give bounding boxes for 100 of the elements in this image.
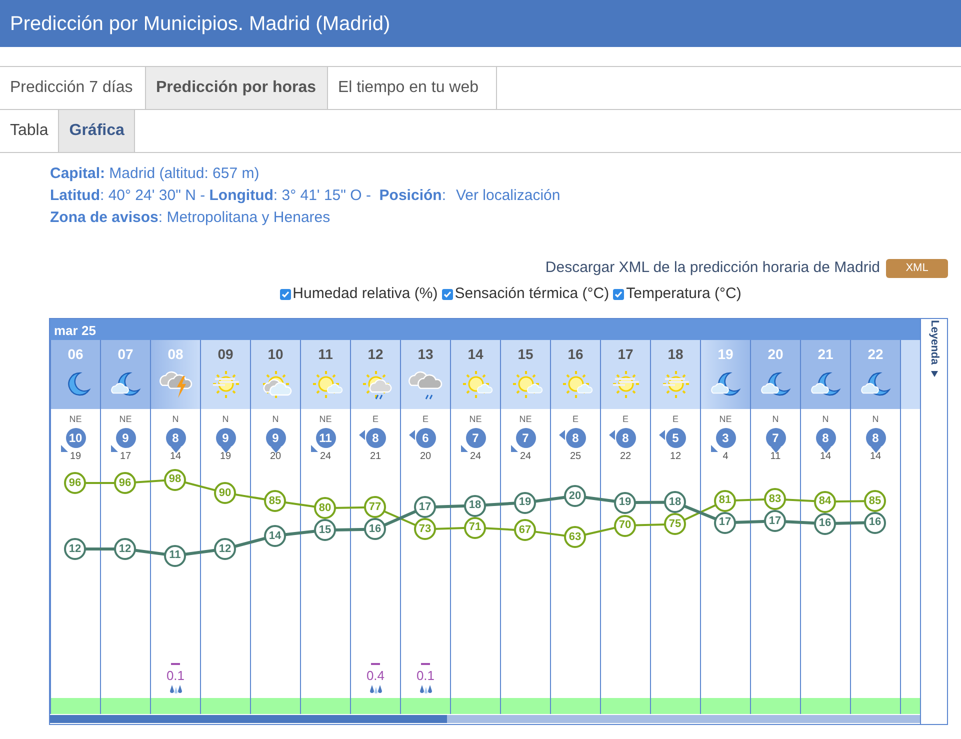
wind-direction: NE: [319, 413, 332, 425]
download-text: Descargar XML de la predicción horaria de Madrid: [545, 258, 880, 278]
humidity-marker: 75: [664, 513, 686, 536]
wind-speed-badge: 9: [116, 428, 136, 448]
timeline-band: [51, 698, 100, 714]
wind-direction: N: [172, 413, 179, 425]
temperature-marker: 17: [764, 510, 786, 532]
gust-value: 24: [470, 451, 482, 463]
hour-label: 22: [868, 346, 884, 362]
gust-value: 17: [120, 451, 132, 463]
hour-label: 15: [518, 346, 534, 362]
wind-arrow-icon: [310, 445, 318, 452]
humidity-marker: 80: [314, 497, 336, 520]
precipitation-dash-icon: [421, 663, 430, 665]
humidity-marker: 85: [264, 490, 286, 512]
hour-label: 06: [68, 346, 84, 362]
humidity-marker: 96: [64, 472, 86, 494]
hour-label: 12: [368, 346, 384, 362]
caret-icon[interactable]: [930, 370, 938, 377]
gust-value: 19: [70, 451, 82, 463]
precipitation-value: 0.4: [366, 668, 385, 684]
precipitation-value: 0.1: [416, 668, 435, 684]
wind-direction: E: [622, 413, 628, 425]
wind-speed-badge: 7: [516, 428, 536, 448]
temperature-marker: 19: [514, 492, 536, 514]
gust-value: 25: [570, 451, 582, 463]
wind-arrow-icon: [220, 447, 230, 453]
raindrops-icon: [368, 684, 382, 694]
gust-value: 14: [870, 451, 882, 463]
temperature-marker: 12: [214, 538, 236, 560]
humidity-marker: 63: [564, 526, 586, 548]
wind-arrow-icon: [710, 445, 718, 452]
checkbox[interactable]: [280, 288, 291, 300]
hour-label: 07: [118, 346, 134, 362]
wind-direction: E: [422, 413, 428, 425]
temperature-marker: 11: [164, 544, 186, 567]
checkbox-label[interactable]: Sensación térmica (°C): [454, 282, 610, 306]
wind-arrow-icon: [770, 447, 780, 453]
wind-speed-badge: 10: [66, 428, 86, 448]
timeline-band: [801, 698, 850, 714]
wind-direction: N: [772, 413, 779, 425]
legend-panel[interactable]: Leyenda: [920, 319, 947, 724]
humidity-marker: 96: [114, 472, 136, 494]
gust-value: 14: [170, 451, 182, 463]
timeline-band: [451, 698, 500, 714]
humidity-marker: 81: [714, 490, 736, 512]
humidity-marker: 90: [214, 482, 236, 504]
gust-value: 14: [820, 451, 832, 463]
scrollbar-thumb[interactable]: [50, 715, 447, 723]
legend-label[interactable]: Leyenda: [926, 320, 942, 365]
gust-value: 4: [722, 451, 728, 463]
wind-arrow-icon: [110, 445, 118, 452]
humidity-marker: 71: [464, 516, 486, 539]
humidity-marker: 85: [864, 490, 886, 512]
raindrops-icon: [168, 684, 182, 694]
humidity-marker: 70: [614, 514, 636, 537]
hour-label: 08: [168, 346, 184, 362]
checkbox-label[interactable]: Humedad relativa (%): [292, 282, 438, 306]
wind-direction: E: [672, 413, 678, 425]
checkbox[interactable]: [442, 288, 453, 300]
precipitation-value: 0.1: [166, 668, 185, 684]
checkbox-label[interactable]: Temperatura (°C): [626, 282, 742, 306]
hour-label: 09: [218, 346, 234, 362]
hour-label: 19: [718, 346, 734, 362]
timeline-band: [151, 698, 200, 714]
wind-arrow-icon: [358, 430, 364, 440]
date-label: mar 25: [54, 322, 96, 340]
wind-direction: NE: [69, 413, 82, 425]
hour-label: 11: [318, 346, 333, 362]
temperature-marker: 12: [64, 538, 86, 560]
raindrops-icon: [418, 684, 432, 694]
temperature-marker: 16: [814, 512, 836, 535]
timeline-band: [651, 698, 700, 714]
timeline-band: [751, 698, 800, 714]
hour-label: 16: [568, 346, 584, 362]
hour-label: 10: [268, 346, 284, 362]
temperature-marker: 15: [314, 519, 336, 542]
humidity-marker: 67: [514, 519, 536, 542]
wind-speed-badge: 3: [716, 428, 736, 448]
gust-value: 24: [320, 451, 332, 463]
tab[interactable]: Gráfica: [59, 110, 136, 152]
timeline-band: [351, 698, 400, 714]
wind-direction: NE: [119, 413, 132, 425]
timeline-band: [501, 698, 550, 714]
wind-speed-badge: 11: [316, 428, 336, 448]
temperature-marker: 18: [664, 491, 686, 514]
location-link[interactable]: Ver localización: [456, 185, 560, 207]
checkbox[interactable]: [613, 288, 624, 300]
humidity-marker: 73: [414, 518, 436, 540]
wind-arrow-icon: [510, 445, 518, 452]
humidity-marker: 83: [764, 488, 786, 510]
hour-label: 20: [768, 346, 784, 362]
timeline-band: [301, 698, 350, 714]
info-text: Latitud: 40° 24' 30" N - Longitud: 3° 41' 15" O - Posición:: [50, 186, 446, 206]
timeline-band: [251, 698, 300, 714]
temperature-marker: 12: [114, 538, 136, 560]
gust-value: 21: [370, 451, 382, 463]
precipitation-dash-icon: [171, 663, 180, 665]
tab[interactable]: Predicción por horas: [146, 67, 328, 109]
humidity-marker: 84: [814, 490, 836, 513]
